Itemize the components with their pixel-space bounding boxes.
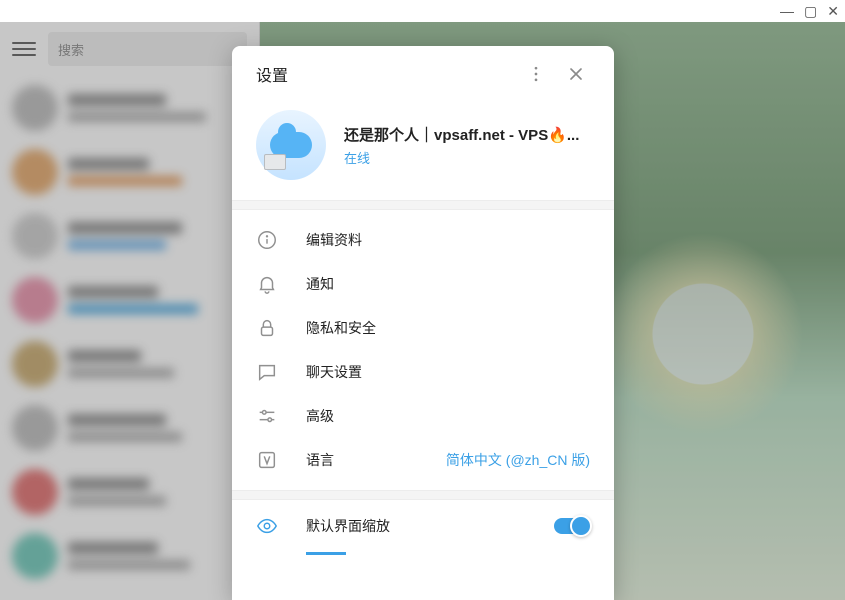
language-value: 简体中文 (@zh_CN 版)	[446, 450, 590, 470]
menu-edit-profile[interactable]: 编辑资料	[232, 218, 614, 262]
menu-label: 通知	[306, 274, 590, 294]
profile-name: 还是那个人｜vpsaff.net - VPS🔥...	[344, 124, 579, 145]
scale-label: 默认界面缩放	[306, 516, 526, 536]
maximize-button[interactable]: ▢	[804, 4, 817, 18]
menu-label: 编辑资料	[306, 230, 590, 250]
close-icon[interactable]	[556, 54, 596, 94]
info-icon	[256, 229, 278, 251]
profile-status: 在线	[344, 148, 579, 167]
menu-language[interactable]: 语言 简体中文 (@zh_CN 版)	[232, 438, 614, 482]
menu-chat-settings[interactable]: 聊天设置	[232, 350, 614, 394]
sliders-icon	[256, 405, 278, 427]
scale-slider[interactable]	[232, 552, 614, 562]
divider	[232, 490, 614, 500]
menu-label: 隐私和安全	[306, 318, 590, 338]
minimize-button[interactable]: —	[780, 4, 794, 18]
list-item[interactable]: 1	[0, 396, 259, 460]
chat-list: 1 1 1 1 1 1 1 1	[0, 76, 259, 588]
list-item[interactable]: 1	[0, 524, 259, 588]
list-item[interactable]: 1	[0, 204, 259, 268]
chat-icon	[256, 361, 278, 383]
menu-label: 语言	[306, 450, 418, 470]
window-close-button[interactable]: ✕	[827, 4, 839, 18]
window-titlebar: — ▢ ✕	[0, 0, 845, 22]
menu-label: 聊天设置	[306, 362, 590, 382]
search-input[interactable]: 搜索	[48, 32, 247, 66]
scale-toggle[interactable]	[554, 518, 590, 534]
list-item[interactable]: 1	[0, 76, 259, 140]
settings-modal: 设置 还是那个人｜vpsaff.net - VPS🔥... 在线 编辑资料 通知…	[232, 46, 614, 600]
profile-section[interactable]: 还是那个人｜vpsaff.net - VPS🔥... 在线	[232, 102, 614, 200]
list-item[interactable]: 1	[0, 268, 259, 332]
menu-privacy[interactable]: 隐私和安全	[232, 306, 614, 350]
menu-label: 高级	[306, 406, 590, 426]
menu-notifications[interactable]: 通知	[232, 262, 614, 306]
modal-title: 设置	[256, 62, 516, 86]
more-icon[interactable]	[516, 54, 556, 94]
divider	[232, 200, 614, 210]
list-item[interactable]: 1	[0, 332, 259, 396]
list-item[interactable]: 1	[0, 460, 259, 524]
eye-icon	[256, 515, 278, 537]
menu-advanced[interactable]: 高级	[232, 394, 614, 438]
list-item[interactable]: 1	[0, 140, 259, 204]
bell-icon	[256, 273, 278, 295]
chat-sidebar: 搜索 1 1 1 1 1 1 1 1	[0, 22, 260, 600]
avatar	[256, 110, 326, 180]
scale-row: 默认界面缩放	[232, 500, 614, 552]
lock-icon	[256, 317, 278, 339]
language-icon	[256, 449, 278, 471]
menu-icon[interactable]	[12, 37, 36, 61]
